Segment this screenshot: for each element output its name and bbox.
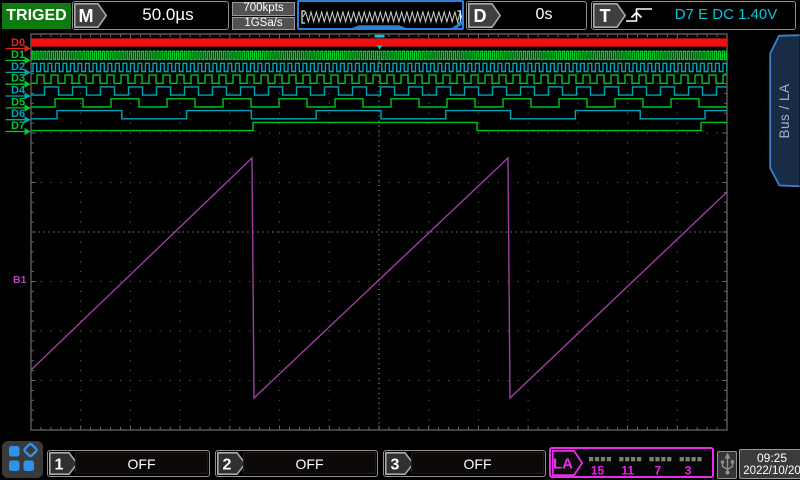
svg-text:3: 3 (685, 464, 692, 477)
svg-text:15: 15 (591, 464, 605, 477)
svg-text:D3: D3 (11, 73, 25, 85)
svg-text:D4: D4 (11, 84, 26, 96)
svg-text:D6: D6 (11, 108, 25, 120)
svg-text:Bus / LA: Bus / LA (777, 83, 792, 138)
svg-text:LA: LA (553, 455, 573, 472)
svg-text:D7: D7 (11, 120, 25, 132)
svg-text:B1: B1 (13, 274, 27, 286)
svg-text:1: 1 (54, 456, 63, 473)
svg-text:D0: D0 (11, 37, 25, 49)
svg-text:3: 3 (390, 456, 399, 473)
svg-text:7: 7 (655, 464, 662, 477)
svg-text:2: 2 (222, 456, 231, 473)
svg-text:11: 11 (621, 464, 634, 477)
svg-text:D2: D2 (11, 61, 25, 73)
svg-text:D5: D5 (11, 96, 25, 108)
svg-text:D1: D1 (11, 49, 25, 61)
